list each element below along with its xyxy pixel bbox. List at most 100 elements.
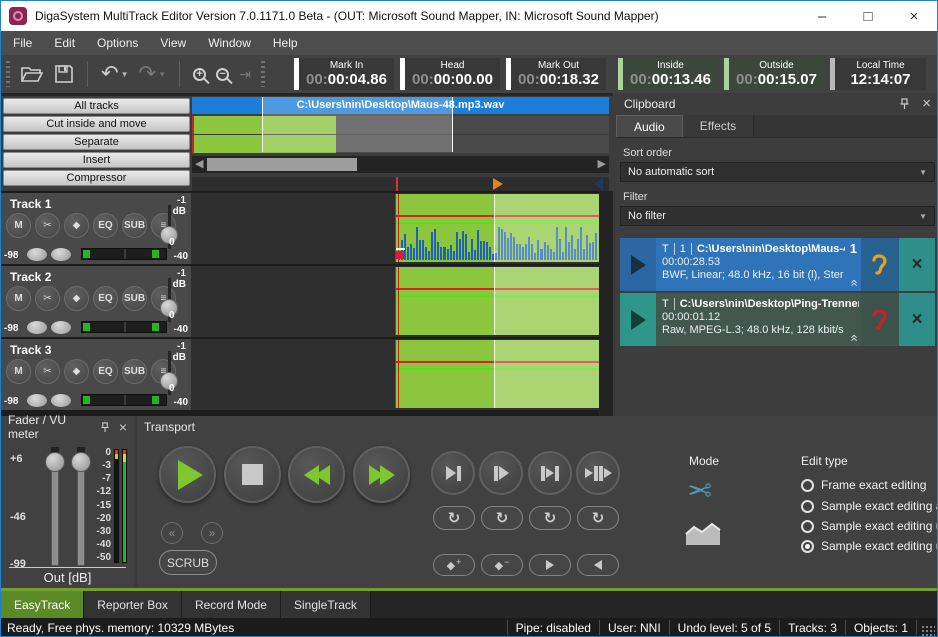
mute-button[interactable]: M <box>6 213 31 238</box>
tab-audio[interactable]: Audio <box>616 115 683 137</box>
all-tracks-button[interactable]: All tracks <box>3 98 190 114</box>
prelisten-button[interactable] <box>861 238 899 291</box>
filter-select[interactable]: No filter ▼ <box>620 206 935 226</box>
tab-record-mode[interactable]: Record Mode <box>182 591 281 618</box>
sub-button[interactable]: SUB <box>122 213 147 238</box>
save-icon[interactable] <box>54 60 74 88</box>
zoom-in-icon[interactable]: + <box>193 60 206 88</box>
sort-order-select[interactable]: No automatic sort ▼ <box>620 162 935 182</box>
pan-knob[interactable] <box>27 394 47 407</box>
pan-knob[interactable] <box>27 248 47 261</box>
tab-effects[interactable]: Effects <box>683 115 754 137</box>
clipboard-item[interactable]: T C:\Users\nin\Desktop\Ping-Trenner.M 00… <box>620 293 935 346</box>
play-item-button[interactable] <box>620 293 656 346</box>
remove-item-button[interactable]: × <box>899 293 935 346</box>
clip-marker-square[interactable] <box>396 251 404 259</box>
selection-edge-line[interactable] <box>494 267 495 335</box>
menu-window[interactable]: Window <box>208 36 251 50</box>
loop-button[interactable]: ↻ <box>481 506 523 530</box>
scrollbar-thumb[interactable] <box>207 158 357 171</box>
audio-clip[interactable] <box>395 267 599 335</box>
scroll-right-icon[interactable]: ▶ <box>598 158 606 171</box>
scroll-left-icon[interactable]: ◀ <box>195 158 203 171</box>
diamond-button[interactable]: ◆ <box>64 213 89 238</box>
next-marker-button[interactable] <box>529 554 571 576</box>
tab-reporter-box[interactable]: Reporter Box <box>84 591 182 618</box>
pin-icon[interactable] <box>100 422 110 433</box>
menu-edit[interactable]: Edit <box>54 36 75 50</box>
expand-icon[interactable]: « <box>849 334 859 341</box>
pin-icon[interactable] <box>899 98 910 110</box>
cut-button[interactable]: ✂ <box>35 286 60 311</box>
eq-button[interactable]: EQ <box>93 213 118 238</box>
cut-inside-and-move-button[interactable]: Cut inside and move <box>3 116 190 132</box>
close-button[interactable]: × <box>891 1 937 31</box>
remove-marker-button[interactable]: ◆− <box>481 554 523 576</box>
insert-button[interactable]: Insert <box>3 152 190 168</box>
pan-knob[interactable] <box>51 394 71 407</box>
clipboard-close-icon[interactable]: × <box>922 98 931 110</box>
radio-sample-exact-at[interactable]: Sample exact editing at <box>801 499 938 513</box>
menu-view[interactable]: View <box>160 36 186 50</box>
goto-mark-icon[interactable]: ⇥ <box>239 60 251 88</box>
scissors-mode-icon[interactable]: ✂ <box>687 474 712 509</box>
stop-button[interactable] <box>224 446 281 503</box>
tab-easytrack[interactable]: EasyTrack <box>1 591 84 618</box>
orange-marker-icon[interactable] <box>493 178 503 190</box>
play-item-button[interactable] <box>620 238 656 291</box>
toolbar-grip[interactable] <box>6 61 10 87</box>
track-2-lane[interactable] <box>191 266 599 337</box>
expand-icon[interactable]: « <box>849 279 859 286</box>
radio-sample-exact-3[interactable]: Sample exact editing us <box>801 539 938 553</box>
compressor-button[interactable]: Compressor <box>3 170 190 186</box>
navy-marker-icon[interactable] <box>594 178 603 190</box>
maximize-button[interactable]: □ <box>845 1 891 31</box>
menu-file[interactable]: File <box>13 36 32 50</box>
undo-icon[interactable]: ↶▼ <box>101 60 129 88</box>
mute-button[interactable]: M <box>6 359 31 384</box>
add-marker-button[interactable]: ◆+ <box>433 554 475 576</box>
open-file-icon[interactable] <box>20 60 44 88</box>
pan-knob[interactable] <box>51 321 71 334</box>
zoom-out-icon[interactable]: − <box>216 60 229 88</box>
output-fader-knob-left[interactable] <box>45 452 65 472</box>
resize-grip[interactable] <box>921 625 935 637</box>
fast-forward-button[interactable] <box>353 446 410 503</box>
menu-options[interactable]: Options <box>97 36 138 50</box>
skip-forward-button[interactable]: » <box>201 522 223 544</box>
play-to-mark-button[interactable] <box>431 451 475 495</box>
mute-button[interactable]: M <box>6 286 31 311</box>
overview-track-row[interactable] <box>192 135 609 153</box>
skip-back-button[interactable]: « <box>161 522 183 544</box>
sub-button[interactable]: SUB <box>122 286 147 311</box>
remove-item-button[interactable]: × <box>899 238 935 291</box>
redo-icon[interactable]: ↷▼ <box>139 60 167 88</box>
minimize-button[interactable]: – <box>799 1 845 31</box>
eq-button[interactable]: EQ <box>93 359 118 384</box>
radio-sample-exact-2[interactable]: Sample exact editing us <box>801 519 938 533</box>
track-scroll-strip[interactable] <box>599 191 613 416</box>
loop-button[interactable]: ↻ <box>433 506 475 530</box>
radio-frame-exact[interactable]: Frame exact editing <box>801 478 926 492</box>
overview-track-row[interactable] <box>192 116 609 134</box>
timeline-ruler[interactable] <box>192 177 609 191</box>
audio-clip[interactable] <box>395 340 599 408</box>
sub-button[interactable]: SUB <box>122 359 147 384</box>
overview-scrollbar[interactable]: ◀ ▶ <box>192 156 609 173</box>
play-around-mark-button[interactable] <box>576 451 620 495</box>
scrub-button[interactable]: SCRUB <box>159 550 217 575</box>
pan-knob[interactable] <box>51 248 71 261</box>
toolbar-grip[interactable] <box>261 61 265 87</box>
play-button[interactable] <box>159 446 216 503</box>
loop-button[interactable]: ↻ <box>529 506 571 530</box>
eq-button[interactable]: EQ <box>93 286 118 311</box>
loop-button[interactable]: ↻ <box>577 506 619 530</box>
audio-clip[interactable] <box>395 194 599 262</box>
overview-file-path[interactable]: C:\Users\nin\Desktop\Maus-48.mp3.wav <box>192 97 609 114</box>
track-3-lane[interactable] <box>191 339 599 410</box>
prev-marker-button[interactable] <box>577 554 619 576</box>
diamond-button[interactable]: ◆ <box>64 359 89 384</box>
tab-singletrack[interactable]: SingleTrack <box>281 591 371 618</box>
track-1-lane[interactable] <box>191 193 599 264</box>
clipboard-item[interactable]: T 1 C:\Users\nin\Desktop\Maus-48 1 00:00… <box>620 238 935 291</box>
